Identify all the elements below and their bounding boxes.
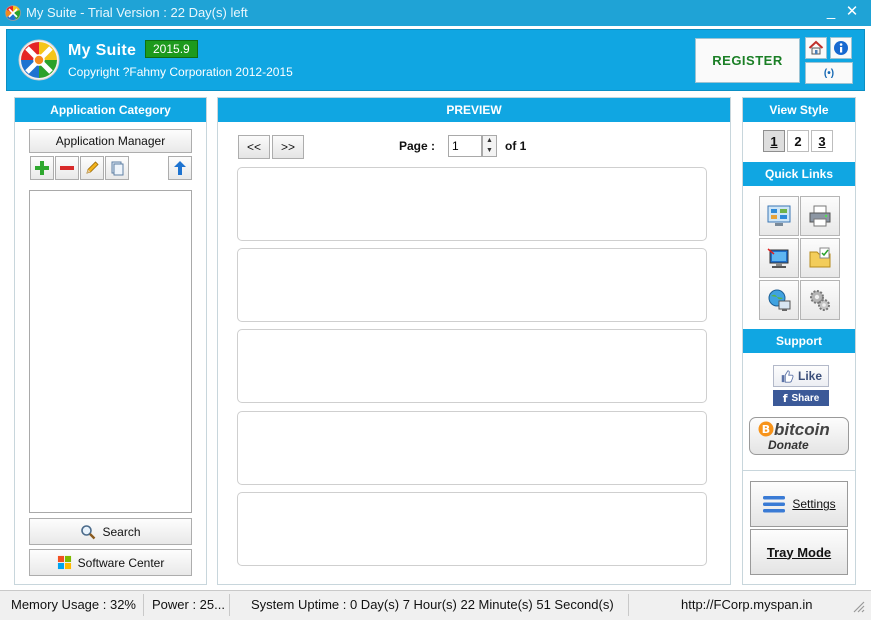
copyright-text: Copyright ?Fahmy Corporation 2012-2015 [68, 65, 293, 79]
remove-category-button[interactable] [55, 156, 79, 180]
preview-card[interactable] [237, 167, 707, 241]
page-count-label: of 1 [505, 139, 527, 153]
preview-card[interactable] [237, 329, 707, 403]
view-style-3-button[interactable]: 3 [811, 130, 833, 152]
computer-icon [767, 248, 789, 268]
view-style-1-button[interactable]: 1 [763, 130, 785, 152]
side-tools-panel: View Style 1 2 3 Quick Links Support Lik… [742, 97, 856, 585]
view-style-title: View Style [743, 98, 855, 122]
network-icon [768, 289, 791, 311]
info-icon [834, 41, 848, 55]
search-button[interactable]: Search [29, 518, 192, 545]
add-icon [35, 161, 49, 175]
system-uptime-status: System Uptime : 0 Day(s) 7 Hour(s) 22 Mi… [251, 597, 614, 612]
spin-up-icon[interactable]: ▲ [483, 136, 496, 146]
software-center-button[interactable]: Software Center [29, 549, 192, 576]
application-category-title: Application Category [15, 98, 206, 122]
status-separator [143, 594, 144, 616]
share-label: Share [791, 392, 820, 404]
bitcoin-label: bitcoin [774, 420, 830, 439]
search-icon [81, 524, 96, 539]
title-bar: My Suite - Trial Version : 22 Day(s) lef… [0, 0, 871, 26]
home-button[interactable] [805, 37, 827, 59]
page-number-input[interactable] [448, 135, 482, 157]
quick-links-title: Quick Links [743, 162, 855, 186]
bitcoin-icon: B [758, 421, 774, 437]
category-list[interactable] [29, 190, 192, 513]
svg-text:B: B [762, 423, 770, 436]
preview-card[interactable] [237, 248, 707, 322]
broadcast-button[interactable]: (•) [805, 62, 853, 84]
like-label: Like [797, 369, 822, 383]
preview-panel: PREVIEW << >> Page : ▲ ▼ of 1 [217, 97, 731, 585]
edit-category-button[interactable] [80, 156, 104, 180]
facebook-like-button[interactable]: Like [773, 365, 829, 387]
quick-link-system-settings[interactable] [800, 280, 840, 320]
settings-gears-icon [810, 290, 830, 311]
facebook-share-button[interactable]: f Share [773, 390, 829, 406]
preview-card[interactable] [237, 411, 707, 485]
search-label: Search [102, 524, 141, 539]
move-up-button[interactable] [168, 156, 192, 180]
control-panel-icon [767, 205, 791, 226]
status-bar: Memory Usage : 32% Power : 25... System … [0, 590, 871, 620]
copy-category-button[interactable] [105, 156, 129, 180]
folder-icon [809, 247, 831, 268]
software-center-label: Software Center [77, 555, 165, 570]
home-icon [808, 40, 824, 55]
register-button[interactable]: REGISTER [695, 38, 800, 83]
previous-page-button[interactable]: << [238, 135, 270, 159]
quick-link-folders[interactable] [800, 238, 840, 278]
status-separator [229, 594, 230, 616]
settings-button[interactable]: Settings [750, 481, 848, 527]
windows-logo-icon [57, 555, 71, 570]
version-badge: 2015.9 [145, 40, 198, 58]
power-status: Power : 25... [152, 597, 225, 612]
website-link[interactable]: http://FCorp.myspan.in [681, 597, 813, 612]
application-manager-button[interactable]: Application Manager [29, 129, 192, 153]
settings-label: Settings [792, 497, 836, 511]
info-button[interactable] [830, 37, 852, 59]
quick-link-computer[interactable] [759, 238, 799, 278]
view-style-2-button[interactable]: 2 [787, 130, 809, 152]
move-up-icon [174, 161, 186, 175]
facebook-icon: f [782, 391, 788, 405]
preview-card[interactable] [237, 492, 707, 566]
tray-mode-label: Tray Mode [766, 544, 832, 560]
copy-icon [111, 161, 124, 176]
status-separator [628, 594, 629, 616]
printer-icon [809, 205, 831, 227]
add-category-button[interactable] [30, 156, 54, 180]
remove-icon [60, 166, 74, 170]
minimize-button[interactable]: _ [820, 2, 842, 22]
page-label: Page : [399, 139, 436, 153]
quick-link-printers[interactable] [800, 196, 840, 236]
edit-icon [86, 161, 99, 174]
close-button[interactable]: ✕ [841, 2, 863, 22]
quick-link-network[interactable] [759, 280, 799, 320]
tray-mode-button[interactable]: Tray Mode [750, 529, 848, 575]
resize-grip-icon[interactable] [851, 599, 865, 613]
window-title: My Suite - Trial Version : 22 Day(s) lef… [26, 5, 248, 20]
suite-logo-icon [18, 39, 60, 81]
bitcoin-donate-button[interactable]: B bitcoin Donate [749, 417, 849, 455]
app-logo-icon [5, 5, 21, 21]
header-banner: My Suite 2015.9 Copyright ?Fahmy Corpora… [6, 29, 865, 91]
next-page-button[interactable]: >> [272, 135, 304, 159]
thumbs-up-icon [781, 370, 794, 383]
menu-lines-icon [763, 496, 786, 513]
quick-link-control-panel[interactable] [759, 196, 799, 236]
donate-label: Donate [768, 438, 809, 452]
app-name: My Suite [68, 42, 137, 59]
support-divider [743, 470, 855, 471]
preview-title: PREVIEW [218, 98, 730, 122]
memory-usage-status: Memory Usage : 32% [11, 597, 136, 612]
support-title: Support [743, 329, 855, 353]
spin-down-icon[interactable]: ▼ [483, 146, 496, 156]
page-spinner[interactable]: ▲ ▼ [482, 135, 497, 157]
application-category-panel: Application Category Application Manager [14, 97, 207, 585]
